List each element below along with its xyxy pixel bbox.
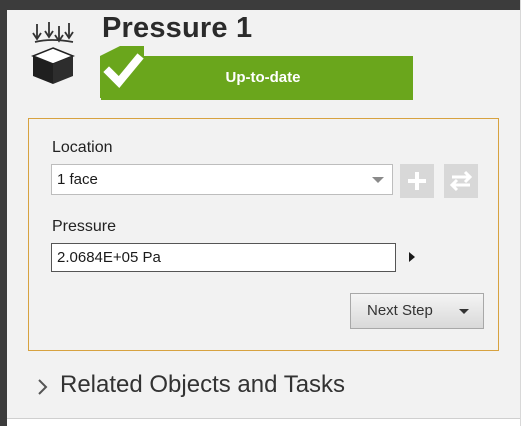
location-value: 1 face [57,171,98,188]
chevron-right-icon[interactable] [35,377,51,397]
plus-icon [408,172,426,190]
swap-arrows-icon [449,170,473,192]
location-dropdown-button[interactable] [366,165,392,194]
feature-title: Pressure 1 [102,12,253,44]
next-step-label: Next Step [367,302,433,319]
next-step-button[interactable]: Next Step [350,293,484,329]
pressure-input[interactable]: 2.0684E+05 Pa [51,243,396,272]
pressure-value: 2.0684E+05 Pa [57,249,161,266]
panel-bottom-edge [7,418,520,426]
pressure-label: Pressure [52,218,117,235]
chevron-down-icon [372,177,384,183]
caret-down-icon [459,309,469,314]
window-frame-top [0,0,528,10]
scrollbar-track[interactable] [520,0,528,426]
pressure-load-icon [30,22,76,84]
related-objects-toggle[interactable]: Related Objects and Tasks [60,371,345,399]
swap-location-button[interactable] [444,164,478,198]
window-frame-left [0,0,7,426]
location-label: Location [52,139,113,156]
location-selector[interactable]: 1 face [51,164,393,195]
checkmark-icon [100,46,144,98]
add-location-button[interactable] [400,164,434,198]
expand-arrow-icon[interactable] [409,252,415,262]
